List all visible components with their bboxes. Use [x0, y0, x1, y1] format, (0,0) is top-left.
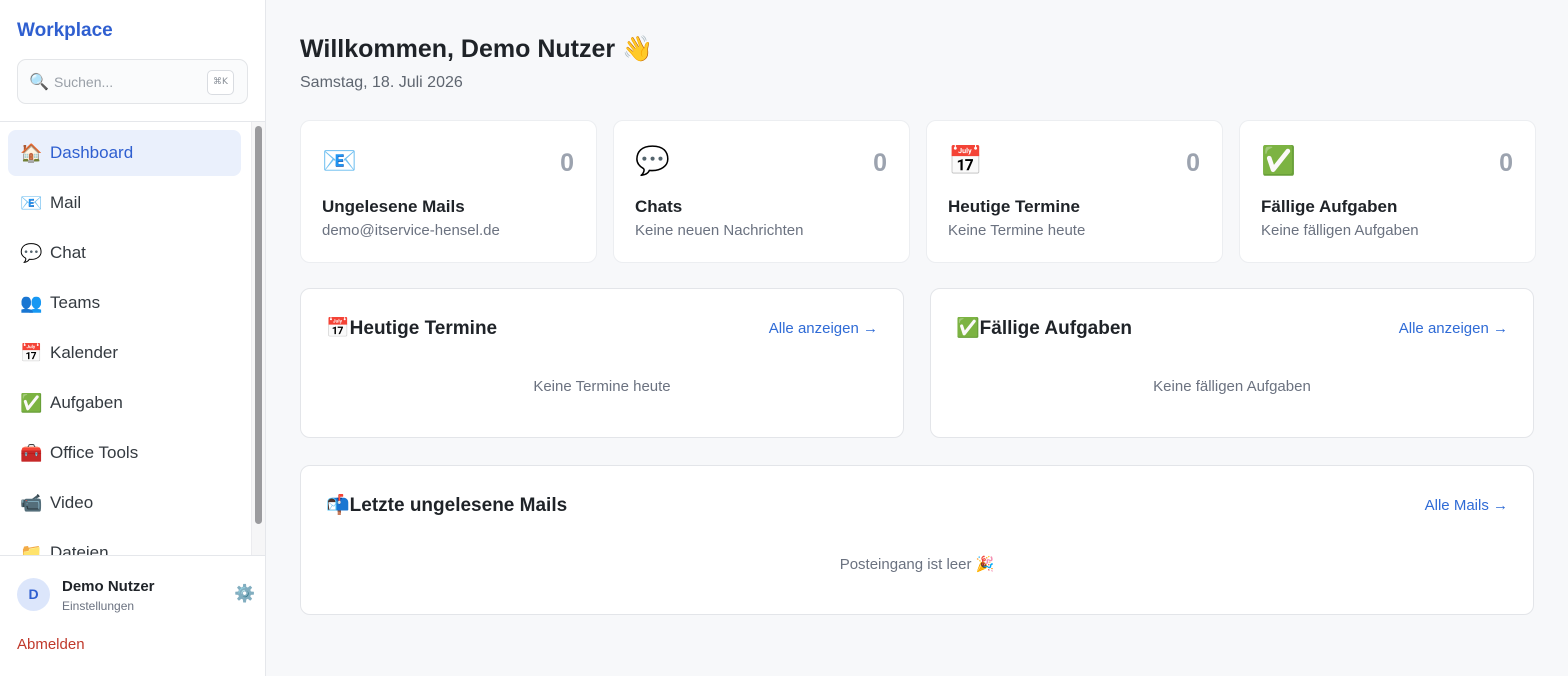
- stat-subtitle: Keine neuen Nachrichten: [635, 222, 804, 239]
- sidebar-item-aufgaben[interactable]: ✅ Aufgaben: [8, 380, 241, 426]
- calendar-icon: 📅: [20, 343, 43, 363]
- gear-icon[interactable]: ⚙️: [234, 585, 255, 603]
- sidebar-item-label: Teams: [50, 293, 101, 312]
- sidebar-item-label: Kalender: [50, 343, 119, 362]
- show-all-termine-link[interactable]: Alle anzeigen →: [769, 320, 878, 337]
- empty-state-text: Posteingang ist leer 🎉: [839, 556, 995, 573]
- panel-title: 📅Heutige Termine: [326, 318, 498, 339]
- sidebar-item-teams[interactable]: 👥 Teams: [8, 280, 241, 326]
- page-date: Samstag, 18. Juli 2026: [300, 74, 463, 91]
- sidebar-item-dashboard[interactable]: 🏠 Dashboard: [8, 130, 241, 176]
- shortcut-badge: ⌘K: [207, 70, 234, 95]
- house-icon: 🏠: [20, 143, 43, 163]
- empty-state-text: Keine Termine heute: [533, 378, 671, 395]
- stat-count: 0: [1186, 149, 1200, 177]
- stat-subtitle: Keine fälligen Aufgaben: [1261, 222, 1419, 239]
- search-input[interactable]: 🔍 Suchen... ⌘K: [17, 59, 248, 104]
- sidebar-item-label: Chat: [50, 243, 86, 262]
- avatar[interactable]: D: [17, 578, 50, 611]
- stat-count: 0: [1499, 149, 1513, 177]
- stat-card-aufgaben[interactable]: ✅ 0 Fällige Aufgaben Keine fälligen Aufg…: [1239, 120, 1536, 263]
- sidebar-item-mail[interactable]: 📧 Mail: [8, 180, 241, 226]
- stat-count: 0: [873, 149, 887, 177]
- brand-logo[interactable]: Workplace: [17, 20, 113, 42]
- sidebar-item-label: Dashboard: [50, 143, 134, 162]
- sidebar-item-office-tools[interactable]: 🧰 Office Tools: [8, 430, 241, 476]
- calendar-icon: 📅: [948, 145, 983, 176]
- checkmark-icon: ✅: [1261, 145, 1296, 176]
- sidebar-item-chat[interactable]: 💬 Chat: [8, 230, 241, 276]
- sidebar-item-dateien[interactable]: 📁 Dateien: [8, 530, 241, 555]
- sidebar-item-label: Aufgaben: [50, 393, 123, 412]
- stat-title: Fällige Aufgaben: [1261, 197, 1398, 216]
- stat-card-chats[interactable]: 💬 0 Chats Keine neuen Nachrichten: [613, 120, 910, 263]
- stat-subtitle: Keine Termine heute: [948, 222, 1086, 239]
- toolbox-icon: 🧰: [20, 443, 43, 463]
- logout-button[interactable]: Abmelden: [17, 636, 85, 653]
- stat-subtitle: demo@itservice-hensel.de: [322, 222, 500, 239]
- panel-ungelesene-mails: 📬Letzte ungelesene Mails Alle Mails → Po…: [300, 465, 1534, 615]
- stat-title: Heutige Termine: [948, 197, 1080, 216]
- scrollbar-thumb[interactable]: [255, 126, 262, 524]
- stat-card-mails[interactable]: 📧 0 Ungelesene Mails demo@itservice-hens…: [300, 120, 597, 263]
- sidebar-item-video[interactable]: 📹 Video: [8, 480, 241, 526]
- sidebar-item-label: Office Tools: [50, 443, 139, 462]
- user-name[interactable]: Demo Nutzer: [62, 578, 155, 595]
- search-placeholder: Suchen...: [54, 74, 114, 90]
- stat-card-termine[interactable]: 📅 0 Heutige Termine Keine Termine heute: [926, 120, 1223, 263]
- empty-state-text: Keine fälligen Aufgaben: [1153, 378, 1311, 395]
- panel-faellige-aufgaben: ✅Fällige Aufgaben Alle anzeigen → Keine …: [930, 288, 1534, 438]
- page-title: Willkommen, Demo Nutzer 👋: [300, 35, 654, 63]
- panel-title: ✅Fällige Aufgaben: [956, 318, 1133, 339]
- sidebar: Workplace 🔍 Suchen... ⌘K 🏠 Dashboard 📧 M…: [0, 0, 266, 676]
- sidebar-item-label: Video: [50, 493, 94, 512]
- stat-count: 0: [560, 149, 574, 177]
- sidebar-item-label: Mail: [50, 193, 82, 212]
- speech-bubble-icon: 💬: [635, 145, 670, 176]
- mail-icon: 📧: [322, 145, 357, 176]
- sidebar-nav: 🏠 Dashboard 📧 Mail 💬 Chat 👥 Teams 📅 Kale…: [0, 122, 251, 555]
- sidebar-item-kalender[interactable]: 📅 Kalender: [8, 330, 241, 376]
- show-all-aufgaben-link[interactable]: Alle anzeigen →: [1399, 320, 1508, 337]
- checkmark-icon: ✅: [20, 393, 43, 413]
- stat-title: Chats: [635, 197, 683, 216]
- user-settings-link[interactable]: Einstellungen: [62, 599, 134, 613]
- user-divider: [0, 555, 265, 556]
- search-icon: 🔍: [29, 74, 49, 91]
- folder-icon: 📁: [20, 543, 43, 555]
- speech-bubble-icon: 💬: [20, 243, 43, 263]
- all-mails-link[interactable]: Alle Mails →: [1425, 497, 1508, 514]
- stat-title: Ungelesene Mails: [322, 197, 465, 216]
- people-icon: 👥: [20, 293, 43, 313]
- panel-heutige-termine: 📅Heutige Termine Alle anzeigen → Keine T…: [300, 288, 904, 438]
- video-camera-icon: 📹: [20, 493, 43, 513]
- mail-icon: 📧: [20, 193, 43, 213]
- panel-title: 📬Letzte ungelesene Mails: [326, 495, 568, 516]
- sidebar-scrollbar[interactable]: [251, 122, 265, 555]
- sidebar-item-label: Dateien: [50, 543, 109, 555]
